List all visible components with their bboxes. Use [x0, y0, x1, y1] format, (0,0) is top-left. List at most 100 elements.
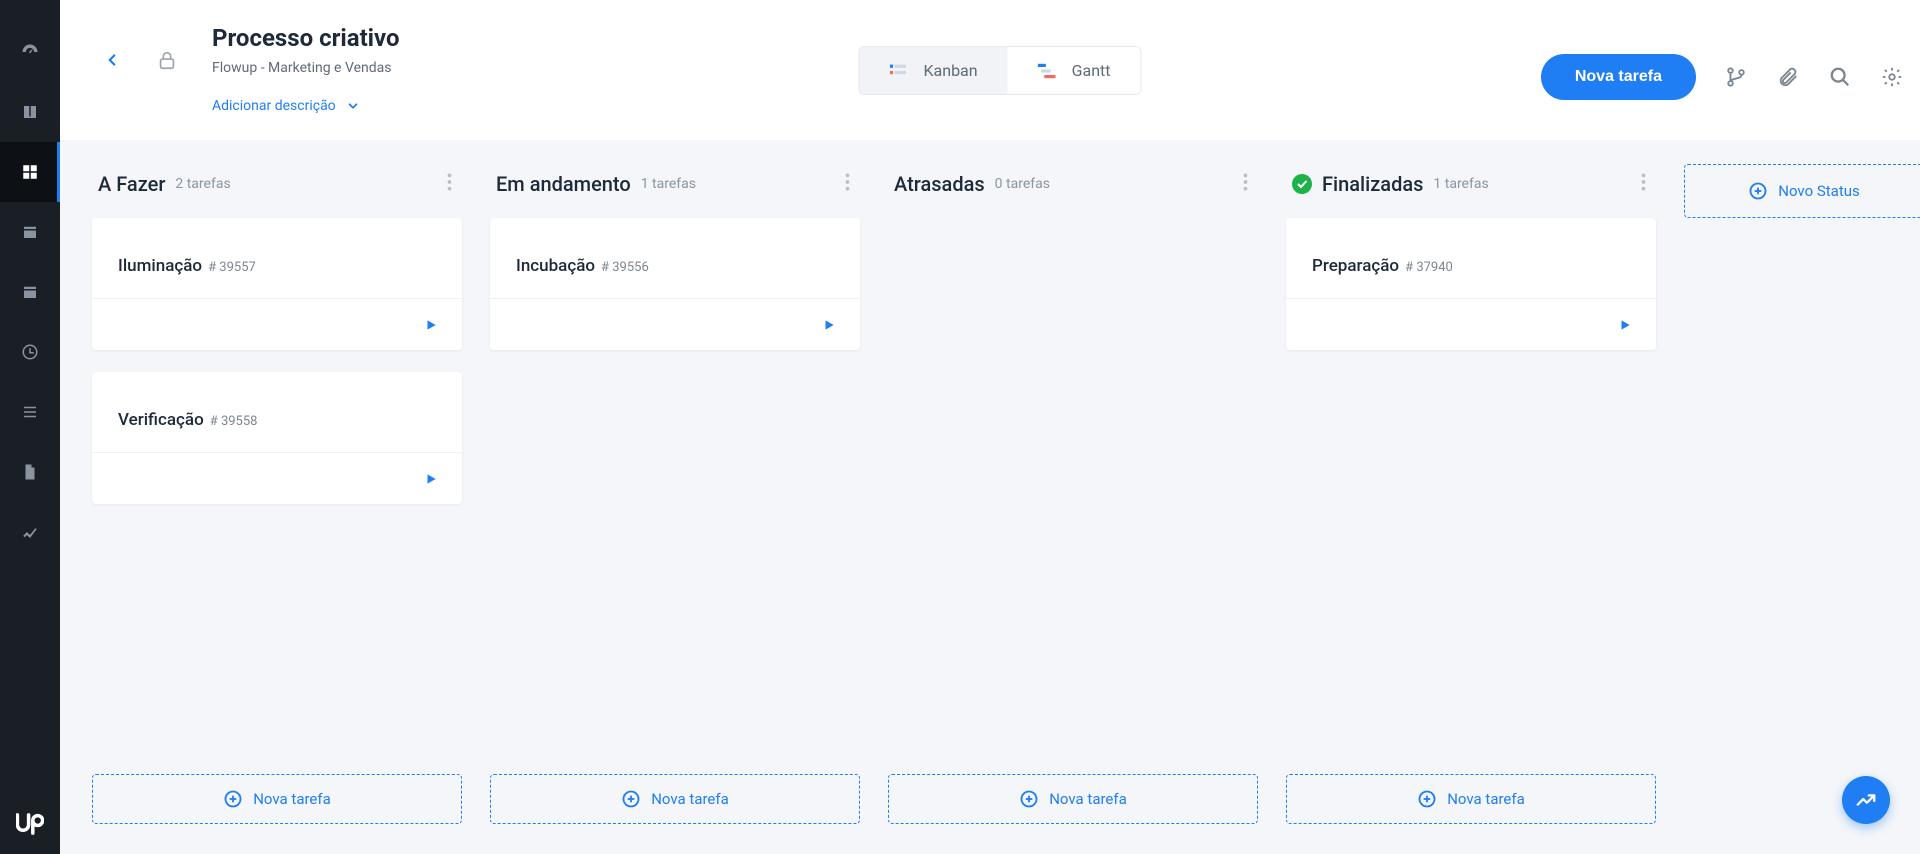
- fab-reports[interactable]: [1842, 776, 1890, 824]
- attachments-button[interactable]: [1776, 65, 1800, 89]
- dots-vertical-icon: [447, 172, 452, 192]
- column-title: Finalizadas: [1322, 172, 1423, 196]
- app-logo[interactable]: [0, 794, 60, 854]
- book-icon: [21, 103, 39, 121]
- add-task-button[interactable]: Nova tarefa: [888, 774, 1258, 824]
- column-menu-button[interactable]: [1239, 168, 1252, 200]
- back-button[interactable]: [96, 44, 128, 76]
- column-count: 2 tarefas: [175, 176, 230, 192]
- new-status-column: Novo Status: [1684, 164, 1920, 218]
- git-branch-icon: [1725, 66, 1747, 88]
- tab-kanban[interactable]: Kanban: [859, 47, 1007, 94]
- sidebar-item-book[interactable]: [0, 82, 60, 142]
- add-task-label: Nova tarefa: [651, 790, 729, 808]
- play-icon: [1618, 318, 1632, 332]
- column-header: A Fazer 2 tarefas: [92, 164, 462, 218]
- new-status-button[interactable]: Novo Status: [1684, 164, 1920, 218]
- new-task-button[interactable]: Nova tarefa: [1541, 54, 1696, 100]
- task-card[interactable]: Preparação # 37940: [1286, 218, 1656, 350]
- task-title: Preparação: [1312, 256, 1399, 276]
- grid-icon: [21, 163, 39, 181]
- add-task-label: Nova tarefa: [253, 790, 331, 808]
- column-menu-button[interactable]: [1637, 168, 1650, 200]
- sidebar-item-chart[interactable]: [0, 502, 60, 562]
- column-count: 0 tarefas: [995, 176, 1050, 192]
- play-button[interactable]: [424, 472, 438, 486]
- calendar-icon: [21, 283, 39, 301]
- dots-vertical-icon: [1243, 172, 1248, 192]
- up-logo-icon: [16, 813, 44, 835]
- add-description-link[interactable]: Adicionar descrição: [212, 98, 400, 114]
- play-button[interactable]: [1618, 318, 1632, 332]
- add-description-label: Adicionar descrição: [212, 98, 336, 114]
- branch-button[interactable]: [1724, 65, 1748, 89]
- plus-circle-icon: [223, 789, 243, 809]
- column-menu-button[interactable]: [841, 168, 854, 200]
- column-header: Finalizadas1 tarefas: [1286, 164, 1656, 218]
- play-button[interactable]: [424, 318, 438, 332]
- task-card[interactable]: Iluminação# 39557: [92, 218, 462, 350]
- add-task-button[interactable]: Nova tarefa: [92, 774, 462, 824]
- task-card[interactable]: Verificação# 39558: [92, 372, 462, 504]
- plus-circle-icon: [621, 789, 641, 809]
- search-icon: [1829, 66, 1851, 88]
- plus-circle-icon: [1748, 181, 1768, 201]
- column-header: Em andamento1 tarefas: [490, 164, 860, 218]
- task-id: # 37940: [1405, 260, 1453, 275]
- chevron-left-icon: [103, 51, 121, 69]
- task-card-footer: [1286, 298, 1656, 350]
- task-card[interactable]: Incubação # 39556: [490, 218, 860, 350]
- sidebar-item-dashboard[interactable]: [0, 22, 60, 82]
- task-card-footer: [490, 298, 860, 350]
- new-status-label: Novo Status: [1778, 182, 1859, 200]
- tab-kanban-label: Kanban: [923, 61, 977, 80]
- tab-gantt[interactable]: Gantt: [1008, 47, 1141, 94]
- task-id: # 39556: [601, 260, 649, 275]
- kanban-board: A Fazer 2 tarefas Iluminação# 39557 Verific…: [60, 140, 1920, 854]
- sidebar: [0, 0, 60, 854]
- breadcrumb[interactable]: Flowup - Marketing e Vendas: [212, 60, 400, 76]
- dots-vertical-icon: [1641, 172, 1646, 192]
- task-card-body: Iluminação# 39557: [92, 218, 462, 298]
- play-icon: [424, 318, 438, 332]
- sidebar-item-grid[interactable]: [0, 142, 60, 202]
- kanban-column: A Fazer 2 tarefas Iluminação# 39557 Verific…: [92, 164, 462, 824]
- column-cards: Iluminação# 39557 Verificação# 39558: [92, 218, 462, 504]
- task-title: Incubação: [516, 256, 595, 276]
- sidebar-item-calendar[interactable]: [0, 262, 60, 322]
- chart-icon: [21, 523, 39, 541]
- kanban-column: Em andamento1 tarefas Incubação # 39556 Nov…: [490, 164, 860, 824]
- play-icon: [424, 472, 438, 486]
- dashboard-icon: [20, 42, 40, 62]
- sidebar-item-clock[interactable]: [0, 322, 60, 382]
- add-task-button[interactable]: Nova tarefa: [1286, 774, 1656, 824]
- sidebar-item-list[interactable]: [0, 382, 60, 442]
- sidebar-item-document[interactable]: [0, 442, 60, 502]
- task-id: # 39557: [208, 260, 256, 275]
- kanban-column: Atrasadas0 tarefasNova tarefa: [888, 164, 1258, 824]
- page-title: Processo criativo: [212, 24, 400, 52]
- add-task-button[interactable]: Nova tarefa: [490, 774, 860, 824]
- settings-button[interactable]: [1880, 65, 1904, 89]
- column-menu-button[interactable]: [443, 168, 456, 200]
- lock-icon: [156, 49, 178, 71]
- play-button[interactable]: [822, 318, 836, 332]
- task-card-body: Verificação# 39558: [92, 372, 462, 452]
- gear-icon: [1881, 66, 1903, 88]
- search-button[interactable]: [1828, 65, 1852, 89]
- sidebar-item-calendar-range[interactable]: [0, 202, 60, 262]
- plus-circle-icon: [1417, 789, 1437, 809]
- task-card-footer: [92, 452, 462, 504]
- chevron-down-icon: [346, 99, 360, 113]
- task-card-footer: [92, 298, 462, 350]
- task-card-body: Incubação # 39556: [490, 218, 860, 298]
- column-title: A Fazer: [98, 172, 165, 196]
- add-task-label: Nova tarefa: [1447, 790, 1525, 808]
- check-circle-icon: [1292, 174, 1312, 194]
- column-cards: Preparação # 37940: [1286, 218, 1656, 350]
- header-actions: Nova tarefa: [1541, 54, 1904, 100]
- task-card-body: Preparação # 37940: [1286, 218, 1656, 298]
- paperclip-icon: [1777, 66, 1799, 88]
- column-cards: Incubação # 39556: [490, 218, 860, 350]
- privacy-lock[interactable]: [146, 39, 188, 81]
